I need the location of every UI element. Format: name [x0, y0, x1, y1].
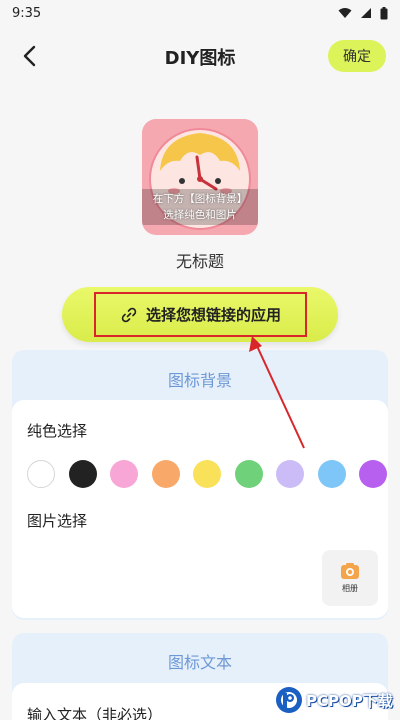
preview-hint-line2: 选择纯色和图片 [163, 209, 237, 221]
preview-hint-line1: 在下方【图标背景】 [152, 193, 248, 205]
icon-background-panel: 图标背景 纯色选择 图片选择 相册 [12, 350, 388, 620]
link-app-label: 选择您想链接的应用 [145, 306, 281, 324]
album-label: 相册 [342, 584, 358, 593]
color-swatch[interactable] [276, 460, 304, 488]
confirm-button[interactable]: 确定 [328, 40, 386, 72]
battery-icon [380, 6, 388, 19]
icon-text-title: 图标文本 [167, 653, 232, 672]
status-icons [338, 6, 388, 20]
link-icon [121, 307, 137, 322]
status-bar: 9:35 [0, 0, 400, 26]
camera-icon [341, 563, 359, 579]
color-swatch[interactable] [234, 460, 263, 488]
image-select-label: 图片选择 [27, 512, 88, 530]
icon-preview[interactable]: 在下方【图标背景】 选择纯色和图片 [142, 119, 258, 235]
color-swatch[interactable] [317, 460, 346, 488]
color-swatches [27, 460, 387, 488]
link-app-button-highlight[interactable]: 选择您想链接的应用 [94, 292, 307, 337]
color-swatch[interactable] [27, 460, 55, 488]
pcpop-watermark: PCPOP下载 [274, 682, 400, 718]
text-input-label: 输入文本（非必选） [27, 706, 163, 720]
link-app-button[interactable]: 选择您想链接的应用 [62, 287, 338, 342]
solid-color-label: 纯色选择 [27, 422, 88, 440]
color-swatch[interactable] [359, 460, 387, 488]
icon-background-title: 图标背景 [167, 371, 232, 390]
nav-bar: DIY图标 确定 [0, 34, 400, 78]
color-swatch[interactable] [68, 460, 97, 488]
color-swatch[interactable] [193, 460, 221, 488]
preview-hint: 在下方【图标背景】 选择纯色和图片 [142, 191, 258, 223]
pcpop-logo-icon [276, 687, 302, 713]
color-swatch[interactable] [110, 460, 138, 488]
watermark-text: PCPOP下载 [306, 691, 393, 710]
icon-title[interactable]: 无标题 [0, 248, 400, 272]
album-button[interactable]: 相册 [322, 550, 378, 606]
icon-background-card: 纯色选择 图片选择 相册 [12, 400, 388, 618]
color-swatch[interactable] [151, 460, 180, 488]
signal-icon [361, 8, 371, 18]
wifi-icon [338, 8, 352, 18]
status-time: 9:35 [12, 5, 42, 21]
